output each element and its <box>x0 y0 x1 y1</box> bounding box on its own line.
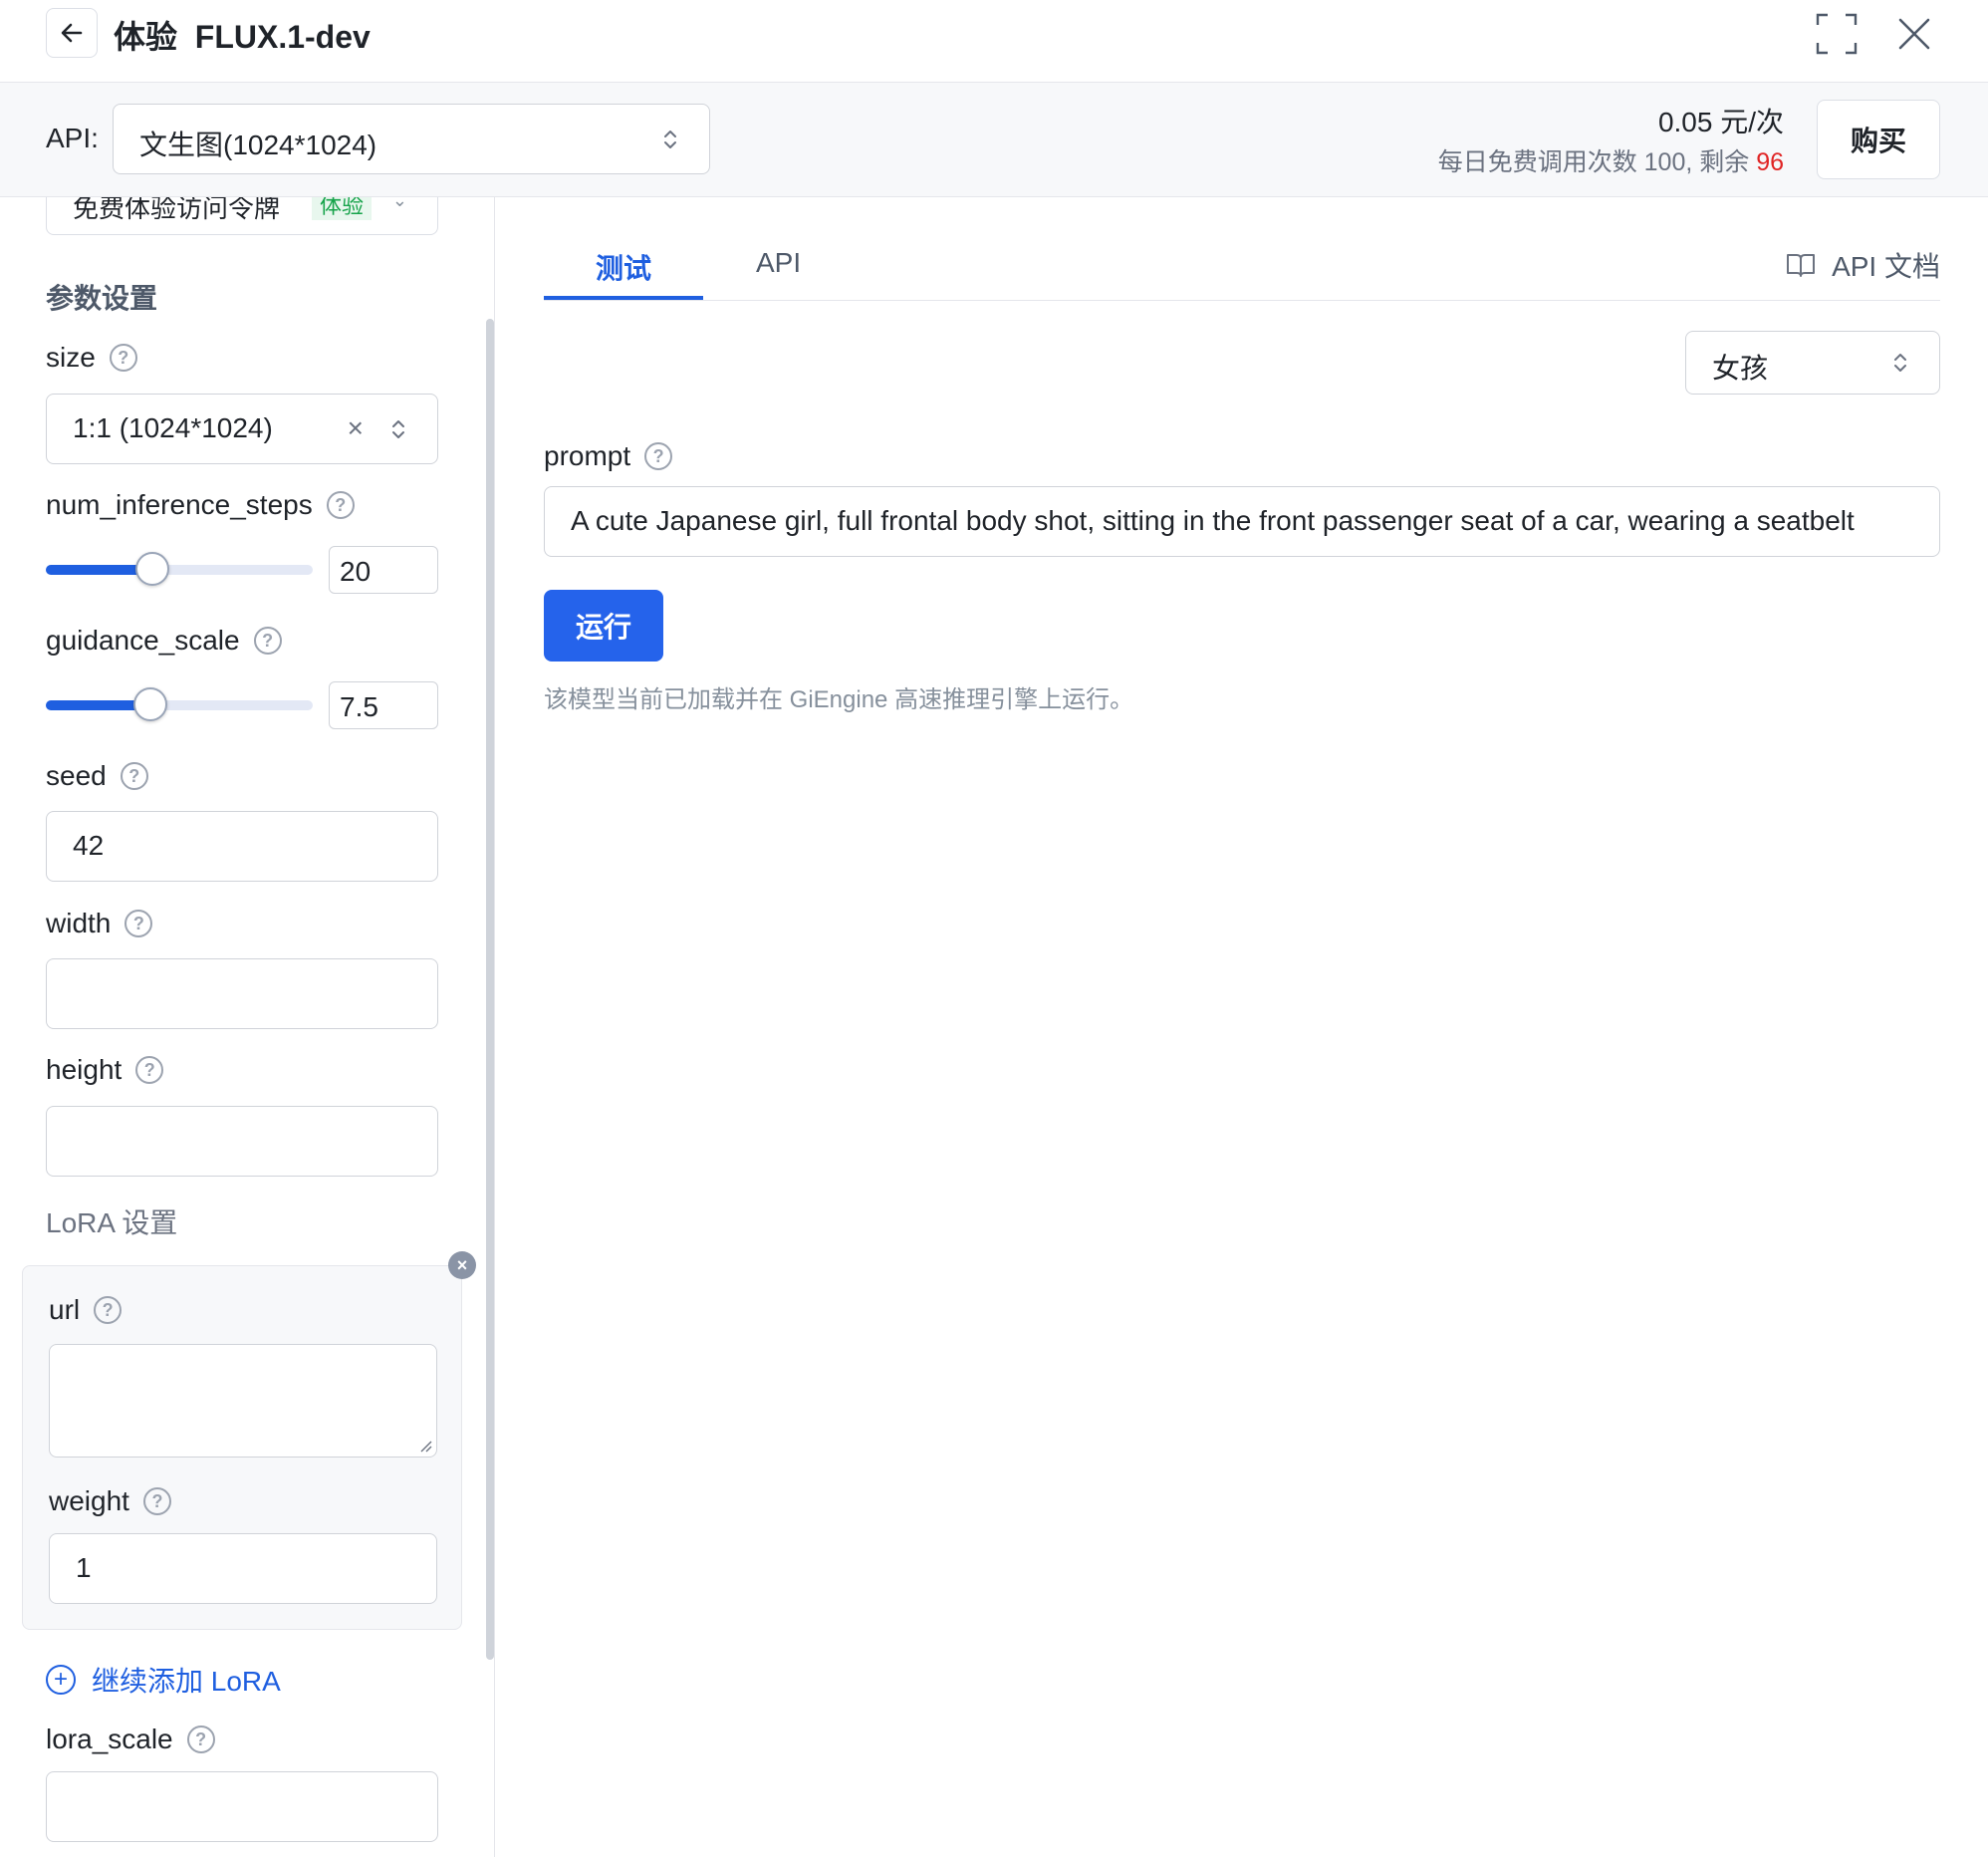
lora-url-label: url ? <box>49 1294 123 1326</box>
chevron-updown-icon <box>664 131 676 148</box>
page-title: 体验 FLUX.1-dev <box>114 19 371 55</box>
seed-input[interactable]: 42 <box>46 811 438 882</box>
guidance-scale-value: 7.5 <box>340 691 378 722</box>
engine-status-note: 该模型当前已加载并在 GiEngine 高速推理引擎上运行。 <box>544 686 1134 713</box>
lora-scale-input[interactable] <box>46 1771 438 1842</box>
guidance-scale-slider[interactable] <box>46 687 313 721</box>
size-value: 1:1 (1024*1024) <box>73 412 273 443</box>
lora-scale-label: lora_scale ? <box>46 1724 215 1755</box>
api-label: API: <box>46 123 99 153</box>
height-input[interactable] <box>46 1106 438 1177</box>
token-select[interactable]: 免费体验访问令牌 体验 ⌄ <box>46 197 438 235</box>
help-icon[interactable]: ? <box>124 910 153 937</box>
book-icon <box>1787 254 1816 277</box>
fullscreen-icon <box>1816 13 1858 55</box>
seed-value: 42 <box>73 830 105 861</box>
help-icon[interactable]: ? <box>135 1056 164 1084</box>
run-button[interactable]: 运行 <box>544 590 663 662</box>
daily-quota: 每日免费调用次数 100, 剩余 96 <box>1438 142 1784 178</box>
prompt-value: A cute Japanese girl, full frontal body … <box>571 505 1855 536</box>
prompt-label-text: prompt <box>544 440 631 471</box>
chevron-updown-icon <box>1894 354 1906 372</box>
panel-divider <box>494 197 495 1857</box>
token-select-value: 免费体验访问令牌 <box>73 197 281 223</box>
lora-weight-input[interactable]: 1 <box>49 1533 437 1604</box>
api-select-value: 文生图(1024*1024) <box>139 130 377 160</box>
prompt-label: prompt ? <box>544 440 673 472</box>
lora-url-label-text: url <box>49 1294 81 1325</box>
chevron-updown-icon <box>392 420 404 438</box>
title-bar: 体验 FLUX.1-dev <box>0 0 1988 83</box>
help-icon[interactable]: ? <box>109 344 137 372</box>
plus-circle-icon: + <box>46 1665 76 1695</box>
chevron-down-icon: ⌄ <box>391 197 407 210</box>
width-label: width ? <box>46 908 153 939</box>
num-inference-steps-slider[interactable] <box>46 552 313 586</box>
help-icon[interactable]: ? <box>253 627 282 655</box>
token-tag: 体验 <box>312 197 373 220</box>
width-label-text: width <box>46 908 112 938</box>
params-section-title: 参数设置 <box>46 283 158 314</box>
parameter-sidebar: 免费体验访问令牌 体验 ⌄ 参数设置 size ? 1:1 (1024*1024… <box>0 197 488 1857</box>
help-icon[interactable]: ? <box>94 1296 123 1324</box>
close-icon <box>1898 18 1930 50</box>
active-tab-indicator <box>544 296 703 300</box>
num-inference-steps-label: num_inference_steps ? <box>46 489 355 521</box>
num-inference-steps-label-text: num_inference_steps <box>46 489 313 520</box>
tab-api[interactable]: API <box>756 247 801 279</box>
prompt-input[interactable]: A cute Japanese girl, full frontal body … <box>544 486 1940 557</box>
preset-select[interactable]: 女孩 <box>1685 331 1940 395</box>
add-lora-label: 继续添加 LoRA <box>92 1666 281 1697</box>
size-label-text: size <box>46 342 96 373</box>
size-select[interactable]: 1:1 (1024*1024) × <box>46 394 438 464</box>
api-bar: API: 文生图(1024*1024) 0.05 元/次 每日免费调用次数 10… <box>0 83 1988 197</box>
guidance-scale-label-text: guidance_scale <box>46 625 240 656</box>
help-icon[interactable]: ? <box>120 762 148 790</box>
api-docs-label: API 文档 <box>1832 251 1940 282</box>
help-icon[interactable]: ? <box>644 442 673 470</box>
remove-icon[interactable]: × <box>448 1251 476 1279</box>
buy-button[interactable]: 购买 <box>1817 100 1940 179</box>
lora-weight-label-text: weight <box>49 1485 129 1516</box>
slider-thumb[interactable] <box>132 687 167 721</box>
help-icon[interactable]: ? <box>326 491 355 519</box>
lora-weight-label: weight ? <box>49 1485 171 1517</box>
sidebar-scrollbar[interactable] <box>486 319 494 1660</box>
api-select[interactable]: 文生图(1024*1024) <box>113 104 710 174</box>
preset-value: 女孩 <box>1712 353 1769 384</box>
guidance-scale-input[interactable]: 7.5 <box>329 681 438 729</box>
api-docs-link[interactable]: API 文档 <box>1786 245 1940 285</box>
quota-remaining: 96 <box>1756 148 1784 176</box>
lora-section-title: LoRA 设置 <box>46 1207 178 1238</box>
num-inference-steps-input[interactable]: 20 <box>329 546 438 594</box>
height-label: height ? <box>46 1054 164 1086</box>
close-button[interactable] <box>1892 12 1936 56</box>
help-icon[interactable]: ? <box>186 1725 215 1753</box>
add-lora-button[interactable]: + 继续添加 LoRA <box>46 1660 281 1700</box>
num-inference-steps-value: 20 <box>340 556 372 587</box>
slider-thumb[interactable] <box>135 552 170 586</box>
resize-grip-icon[interactable] <box>418 1439 432 1453</box>
main-tabs: 测试 API API 文档 <box>544 229 1940 301</box>
seed-label: seed ? <box>46 760 148 792</box>
guidance-scale-label: guidance_scale ? <box>46 625 282 657</box>
quota-text: 每日免费调用次数 100, 剩余 <box>1437 148 1757 176</box>
back-button[interactable] <box>46 8 98 58</box>
fullscreen-button[interactable] <box>1815 12 1859 56</box>
lora-card: url ? weight ? 1 <box>22 1265 462 1630</box>
lora-weight-value: 1 <box>76 1552 92 1583</box>
height-label-text: height <box>46 1054 123 1085</box>
width-input[interactable] <box>46 958 438 1029</box>
size-label: size ? <box>46 342 137 374</box>
clear-icon[interactable]: × <box>348 412 364 444</box>
lora-url-textarea[interactable] <box>49 1344 437 1458</box>
help-icon[interactable]: ? <box>142 1487 171 1515</box>
lora-scale-label-text: lora_scale <box>46 1724 173 1754</box>
tab-test[interactable]: 测试 <box>596 247 651 287</box>
price-per-call: 0.05 元/次 <box>1657 107 1784 137</box>
back-arrow-icon <box>61 23 83 43</box>
seed-label-text: seed <box>46 760 107 791</box>
